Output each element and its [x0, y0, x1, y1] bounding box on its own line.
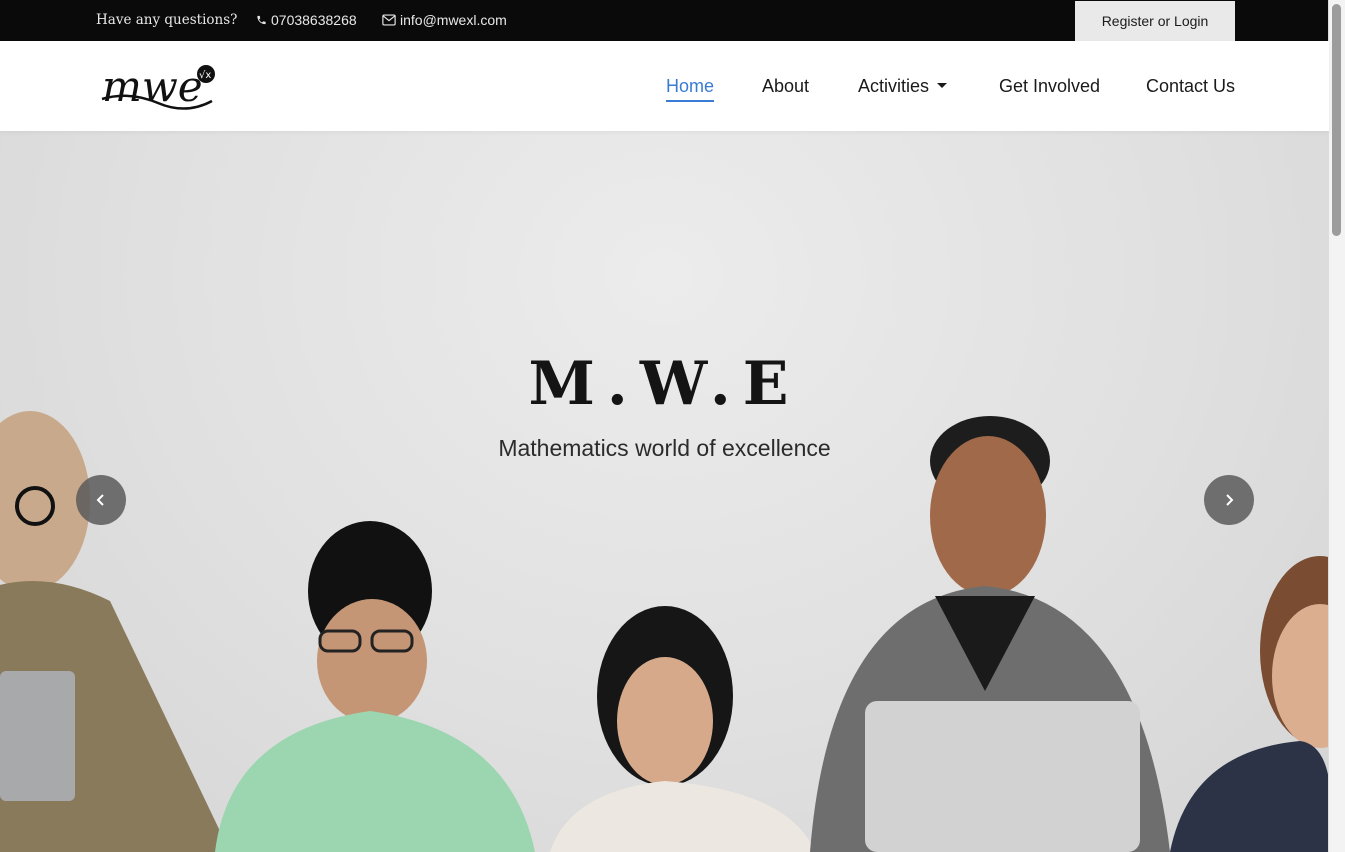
carousel-prev-button[interactable]: [76, 475, 126, 525]
nav-activities-label: Activities: [858, 76, 930, 96]
phone-contact[interactable]: 07038638268: [256, 12, 357, 29]
hero-carousel: M.W.E Mathematics world of excellence: [0, 131, 1329, 852]
hero-subtitle: Mathematics world of excellence: [498, 435, 831, 461]
person-figure-4: [810, 416, 1170, 852]
person-figure-2: [215, 521, 535, 852]
nav-home[interactable]: Home: [666, 76, 715, 102]
top-info-bar: Have any questions? 07038638268 info@mwe…: [0, 0, 1329, 41]
nav-contact-us[interactable]: Contact Us: [1146, 76, 1235, 97]
nav-about[interactable]: About: [762, 76, 809, 97]
nav-get-involved[interactable]: Get Involved: [999, 76, 1100, 97]
page-scrollbar[interactable]: [1328, 0, 1345, 852]
questions-text: Have any questions?: [96, 12, 238, 28]
phone-icon: [257, 15, 266, 25]
email-address: info@mwexl.com: [400, 12, 507, 28]
site-logo[interactable]: mwe √x: [100, 61, 220, 111]
scrollbar-thumb[interactable]: [1332, 4, 1341, 236]
hero-title: M.W.E: [528, 349, 801, 419]
hero-background-image: [0, 411, 1329, 852]
active-underline: [666, 100, 715, 102]
svg-text:√x: √x: [199, 70, 211, 81]
nav-home-label: Home: [666, 76, 715, 96]
person-figure-5: [1170, 556, 1329, 852]
chevron-left-icon: [96, 494, 104, 506]
caret-down-icon: [937, 83, 948, 88]
main-navbar: mwe √x Home About Activities Get Involve…: [0, 41, 1329, 131]
email-contact[interactable]: info@mwexl.com: [382, 12, 507, 29]
person-figure-1: [0, 411, 230, 852]
logo-graphic: mwe √x: [101, 62, 215, 111]
chevron-right-icon: [1226, 494, 1234, 506]
carousel-next-button[interactable]: [1204, 475, 1254, 525]
phone-number: 07038638268: [271, 12, 357, 28]
envelope-icon: [382, 14, 396, 26]
person-figure-3: [550, 606, 815, 852]
nav-activities[interactable]: Activities: [858, 76, 948, 97]
register-login-button[interactable]: Register or Login: [1075, 1, 1235, 41]
logo-text: mwe: [102, 62, 203, 111]
